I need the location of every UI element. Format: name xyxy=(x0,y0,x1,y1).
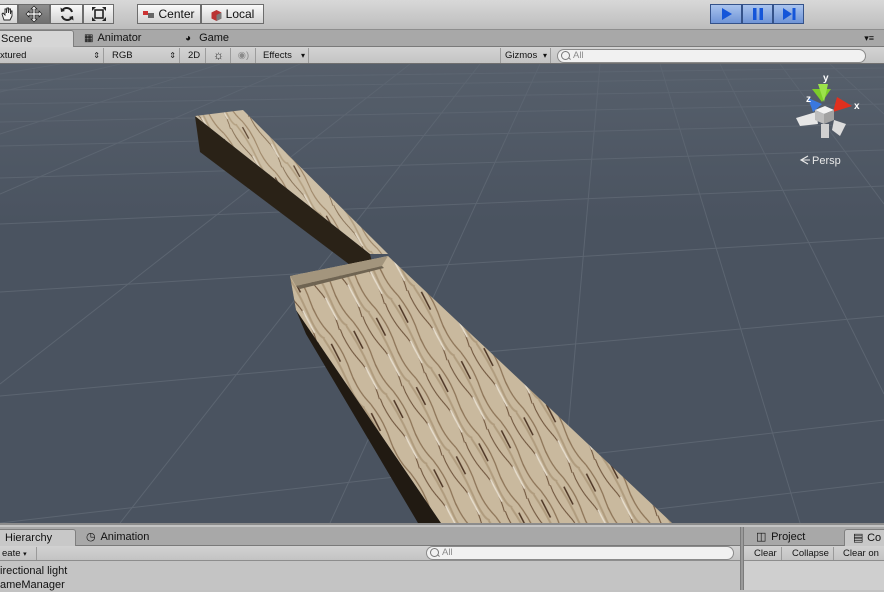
tab-game[interactable]: ◕ Game xyxy=(177,30,237,47)
scene-options-bar: xtured ⇕ RGB ⇕ 2D ☼ ◉) Effects ▾ Gizmos ▾ Al… xyxy=(0,47,884,64)
pause-icon xyxy=(752,8,763,20)
pivot-space-button[interactable]: Local xyxy=(201,4,264,24)
step-icon xyxy=(782,8,795,20)
gizmo-y-label: y xyxy=(823,73,829,84)
render-mode-dropdown[interactable]: RGB ⇕ xyxy=(108,48,180,63)
draw-mode-value: xtured xyxy=(0,50,27,61)
console-clear-button[interactable]: Clear xyxy=(750,547,782,560)
console-collapse-label: Collapse xyxy=(792,548,829,559)
gizmos-dropdown[interactable]: Gizmos ▾ xyxy=(500,48,551,63)
dropdown-arrow-icon: ⇕ xyxy=(93,51,100,60)
render-mode-value: RGB xyxy=(112,50,133,61)
dropdown-arrow-icon: ▾ xyxy=(542,51,547,60)
projection-label[interactable]: Persp xyxy=(812,155,841,167)
panel-menu-icon[interactable]: ▾≡ xyxy=(864,33,874,44)
hand-icon xyxy=(1,7,13,21)
move-tool-button[interactable] xyxy=(18,4,50,24)
hierarchy-item-label: irectional light xyxy=(0,565,68,577)
console-clear-on-play-button[interactable]: Clear on xyxy=(839,547,883,560)
console-clear-label: Clear xyxy=(754,548,777,559)
draw-mode-dropdown[interactable]: xtured ⇕ xyxy=(0,48,104,63)
hand-tool-button[interactable] xyxy=(0,4,18,24)
gizmo-x-label: x xyxy=(854,101,860,112)
animator-tab-label: Animator xyxy=(97,32,142,44)
console-clear-on-label: Clear on xyxy=(843,548,879,559)
console-tab-label: Co xyxy=(867,532,882,544)
step-button[interactable] xyxy=(773,4,804,24)
scale-tool-button[interactable] xyxy=(83,4,114,24)
hierarchy-search-placeholder: All xyxy=(442,547,453,558)
rotate-tool-button[interactable] xyxy=(50,4,83,24)
speaker-icon: ◉) xyxy=(237,50,250,61)
animator-icon: ▦ xyxy=(84,33,94,44)
pivot-icon xyxy=(143,10,155,19)
local-space-icon xyxy=(211,9,222,21)
folder-icon: ◫ xyxy=(756,531,767,543)
gizmos-label: Gizmos xyxy=(505,50,538,61)
scene-viewport[interactable]: y x z Persp xyxy=(0,64,884,523)
rotate-icon xyxy=(60,7,73,21)
project-tab-strip: ◫ Project ▤ Co xyxy=(744,527,884,546)
console-toolbar: Clear Collapse Clear on xyxy=(744,546,884,561)
tab-scene[interactable]: Scene xyxy=(0,30,74,47)
play-button[interactable] xyxy=(710,4,742,24)
pause-button[interactable] xyxy=(742,4,773,24)
create-dropdown[interactable]: eate ▾ xyxy=(0,547,37,560)
hierarchy-tab-strip: Hierarchy ◷ Animation xyxy=(0,527,740,546)
hierarchy-list: irectional light ameManager xyxy=(0,561,740,591)
console-log-area[interactable] xyxy=(744,561,884,590)
gizmo-z-label: z xyxy=(806,94,811,105)
game-icon: ◕ xyxy=(185,33,192,44)
scene-tab-strip: Scene ▦ Animator ◕ Game ▾≡ xyxy=(0,30,884,47)
hierarchy-search-input[interactable]: All xyxy=(426,546,734,560)
play-icon xyxy=(722,8,732,20)
create-label: eate xyxy=(2,548,21,559)
scene-search-input[interactable]: All xyxy=(557,49,866,63)
scene-audio-toggle[interactable]: ◉) xyxy=(232,48,256,63)
pivot-center-button[interactable]: Center xyxy=(137,4,201,24)
toggle-2d-label: 2D xyxy=(188,50,201,61)
console-collapse-button[interactable]: Collapse xyxy=(788,547,834,560)
hierarchy-item[interactable]: irectional light xyxy=(0,564,67,578)
tab-animator[interactable]: ▦ Animator xyxy=(76,30,149,47)
tab-console[interactable]: ▤ Co xyxy=(844,529,884,546)
search-icon xyxy=(430,548,439,557)
sun-icon: ☼ xyxy=(213,48,224,62)
dropdown-arrow-icon: ▾ xyxy=(300,51,305,60)
project-tab-label: Project xyxy=(771,531,806,543)
move-icon xyxy=(25,5,43,23)
scene-search-placeholder: All xyxy=(573,50,584,61)
scene-tab-label: Scene xyxy=(1,33,33,45)
scene-lighting-toggle[interactable]: ☼ xyxy=(207,48,231,63)
tab-hierarchy[interactable]: Hierarchy xyxy=(0,529,76,546)
scale-icon xyxy=(91,7,106,21)
dropdown-arrow-icon: ▾ xyxy=(23,551,27,558)
main-toolbar: Center Local xyxy=(0,0,884,30)
hierarchy-tab-label: Hierarchy xyxy=(5,532,53,544)
dropdown-arrow-icon: ⇕ xyxy=(169,51,176,60)
hierarchy-item-label: ameManager xyxy=(0,579,65,591)
tab-animation[interactable]: ◷ Animation xyxy=(78,529,157,546)
search-icon xyxy=(561,51,570,60)
clock-icon: ◷ xyxy=(86,531,96,543)
pivot-label: Center xyxy=(158,7,195,21)
animation-tab-label: Animation xyxy=(100,531,150,543)
effects-label: Effects xyxy=(263,50,292,61)
game-tab-label: Game xyxy=(199,32,230,44)
toggle-2d-button[interactable]: 2D xyxy=(184,48,206,63)
hierarchy-toolbar: eate ▾ All xyxy=(0,546,740,561)
tab-project[interactable]: ◫ Project xyxy=(748,529,813,546)
effects-dropdown[interactable]: Effects ▾ xyxy=(259,48,309,63)
space-label: Local xyxy=(225,7,255,21)
scene-canvas[interactable]: y x z Persp xyxy=(0,64,884,523)
console-icon: ▤ xyxy=(853,532,864,544)
